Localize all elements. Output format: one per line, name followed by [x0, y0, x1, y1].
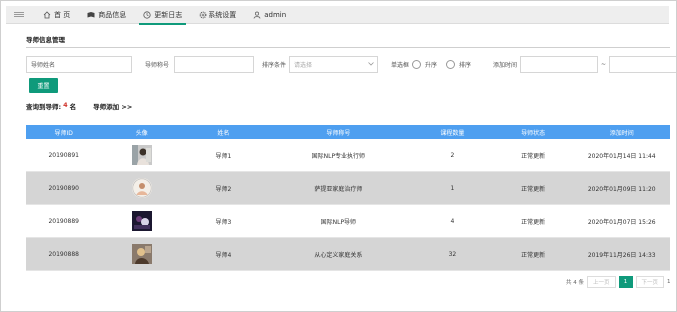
- chevron-down-icon: [368, 61, 374, 68]
- nav-item-changelog[interactable]: 更新日志: [139, 6, 187, 25]
- book-icon: [87, 11, 95, 19]
- sort-select[interactable]: 请选择: [289, 56, 379, 73]
- header-cell: 导师状态: [521, 129, 546, 137]
- divider: [26, 47, 670, 48]
- page-title: 导师信息管理: [26, 36, 65, 44]
- user-icon: [253, 11, 261, 19]
- name-input[interactable]: 导师姓名: [26, 56, 132, 73]
- cell-id: 20190890: [48, 184, 79, 192]
- table-row[interactable]: 20190891 导师1 国际NLP专业执行师 2 正常更新 2020年01月1…: [26, 139, 670, 172]
- pagination: 共 4 条 上一页 1 下一页 1: [566, 276, 671, 288]
- title-label: 导师称号: [145, 62, 170, 69]
- count-prefix: 查询到导师:: [26, 103, 62, 111]
- nav-item-home[interactable]: 首 页: [43, 6, 70, 24]
- current-page-button[interactable]: 1: [618, 276, 633, 288]
- avatar: [101, 145, 182, 165]
- range-separator: ~: [601, 61, 607, 68]
- table-header: 导师ID 头像 姓名 导师称号 课程数量 导师状态 添加时间: [26, 125, 670, 139]
- cell-courses: 1: [450, 184, 455, 192]
- cell-name: 导师2: [215, 185, 232, 193]
- cell-time: 2020年01月14日 11:44: [587, 152, 656, 160]
- table-row[interactable]: 20190890 导师2 萨提亚家庭治疗师 1 正常更新 2020年01月09日…: [26, 172, 670, 205]
- cell-status: 正常更新: [521, 185, 546, 193]
- table-row[interactable]: 20190889 导师3 国际NLP导师 4 正常更新 2020年01月07日 …: [26, 205, 670, 238]
- nav-item-label: admin: [264, 10, 287, 19]
- header-cell: 课程数量: [440, 129, 465, 137]
- cell-status: 正常更新: [521, 218, 546, 226]
- cell-id: 20190891: [48, 151, 79, 159]
- menu-icon[interactable]: [14, 12, 24, 17]
- time-start-input[interactable]: [520, 56, 599, 73]
- filter-sort-wrap: 排序条件 请选择: [262, 56, 379, 73]
- radio-group-label: 单选框: [391, 62, 410, 69]
- count-suffix: 名: [69, 103, 77, 111]
- time-label: 添加时间: [493, 62, 518, 69]
- next-page-button[interactable]: 下一页: [635, 276, 665, 288]
- time-end-input[interactable]: [609, 56, 676, 73]
- app-frame: 首 页 商品信息 更新日志 系统设置 admin 导师信息管理 导师姓名 导师称…: [0, 0, 677, 312]
- filter-name-wrap: 导师姓名: [26, 56, 132, 73]
- header-cell: 头像: [135, 129, 148, 137]
- avatar: [101, 244, 182, 264]
- nav-item-label: 系统设置: [208, 10, 237, 19]
- cell-status: 正常更新: [521, 152, 546, 160]
- desc-radio[interactable]: [446, 60, 456, 69]
- result-count: 4: [63, 101, 68, 109]
- cell-id: 20190889: [48, 217, 79, 225]
- cell-title: 国际NLP导师: [320, 218, 357, 226]
- nav-item-label: 商品信息: [98, 10, 127, 19]
- cell-time: 2020年01月09日 11:20: [587, 185, 656, 193]
- asc-label: 升序: [425, 62, 438, 69]
- top-nav: 首 页 商品信息 更新日志 系统设置 admin: [6, 6, 669, 25]
- cell-name: 导师3: [215, 218, 232, 226]
- nav-item-user[interactable]: admin: [253, 6, 286, 24]
- nav-item-products[interactable]: 商品信息: [87, 6, 126, 24]
- cell-courses: 32: [448, 250, 457, 258]
- nav-item-settings[interactable]: 系统设置: [199, 6, 236, 24]
- cell-name: 导师1: [215, 152, 232, 160]
- total-count: 共 4 条: [566, 280, 584, 286]
- nav-item-label: 首 页: [54, 10, 71, 19]
- cell-title: 从心定义家庭关系: [314, 251, 363, 259]
- cell-courses: 2: [450, 151, 455, 159]
- avatar: [101, 211, 182, 231]
- avatar: [101, 178, 182, 198]
- last-page-label[interactable]: 1: [667, 279, 671, 285]
- header-cell: 姓名: [217, 129, 230, 137]
- name-input-placeholder: 导师姓名: [31, 62, 56, 69]
- add-mentor-link[interactable]: 导师添加 >>: [93, 101, 132, 111]
- asc-radio[interactable]: [412, 60, 422, 69]
- desc-label: 排序: [459, 62, 472, 69]
- home-icon: [43, 10, 51, 19]
- cell-title: 萨提亚家庭治疗师: [314, 185, 363, 193]
- mentor-table: 导师ID 头像 姓名 导师称号 课程数量 导师状态 添加时间 20190891 …: [26, 125, 670, 271]
- cell-id: 20190888: [48, 250, 79, 258]
- cell-courses: 4: [450, 217, 455, 225]
- table-row[interactable]: 20190888 导师4 从心定义家庭关系 32 正常更新 2019年11月26…: [26, 238, 670, 271]
- gear-icon: [199, 11, 207, 19]
- filter-radio-wrap: 单选框 升序 排序: [391, 56, 471, 73]
- header-cell: 添加时间: [609, 129, 634, 137]
- clock-icon: [143, 10, 151, 19]
- result-summary: 查询到导师: 4 名 导师添加 >>: [26, 101, 132, 111]
- sort-label: 排序条件: [262, 62, 287, 69]
- header-cell: 导师称号: [326, 129, 351, 137]
- filter-title-wrap: 导师称号: [145, 56, 255, 73]
- nav-item-label: 更新日志: [154, 10, 183, 19]
- cell-time: 2019年11月26日 14:33: [587, 251, 656, 259]
- reset-button[interactable]: 重置: [29, 78, 58, 93]
- title-input[interactable]: [174, 56, 255, 73]
- cell-name: 导师4: [215, 251, 232, 259]
- sort-placeholder: 请选择: [294, 62, 313, 69]
- cell-title: 国际NLP专业执行师: [311, 152, 366, 160]
- cell-time: 2020年01月07日 15:26: [587, 218, 656, 226]
- prev-page-button[interactable]: 上一页: [587, 276, 616, 288]
- cell-status: 正常更新: [521, 251, 546, 259]
- filter-time-wrap: 添加时间 ~: [493, 56, 676, 73]
- header-cell: 导师ID: [54, 129, 73, 137]
